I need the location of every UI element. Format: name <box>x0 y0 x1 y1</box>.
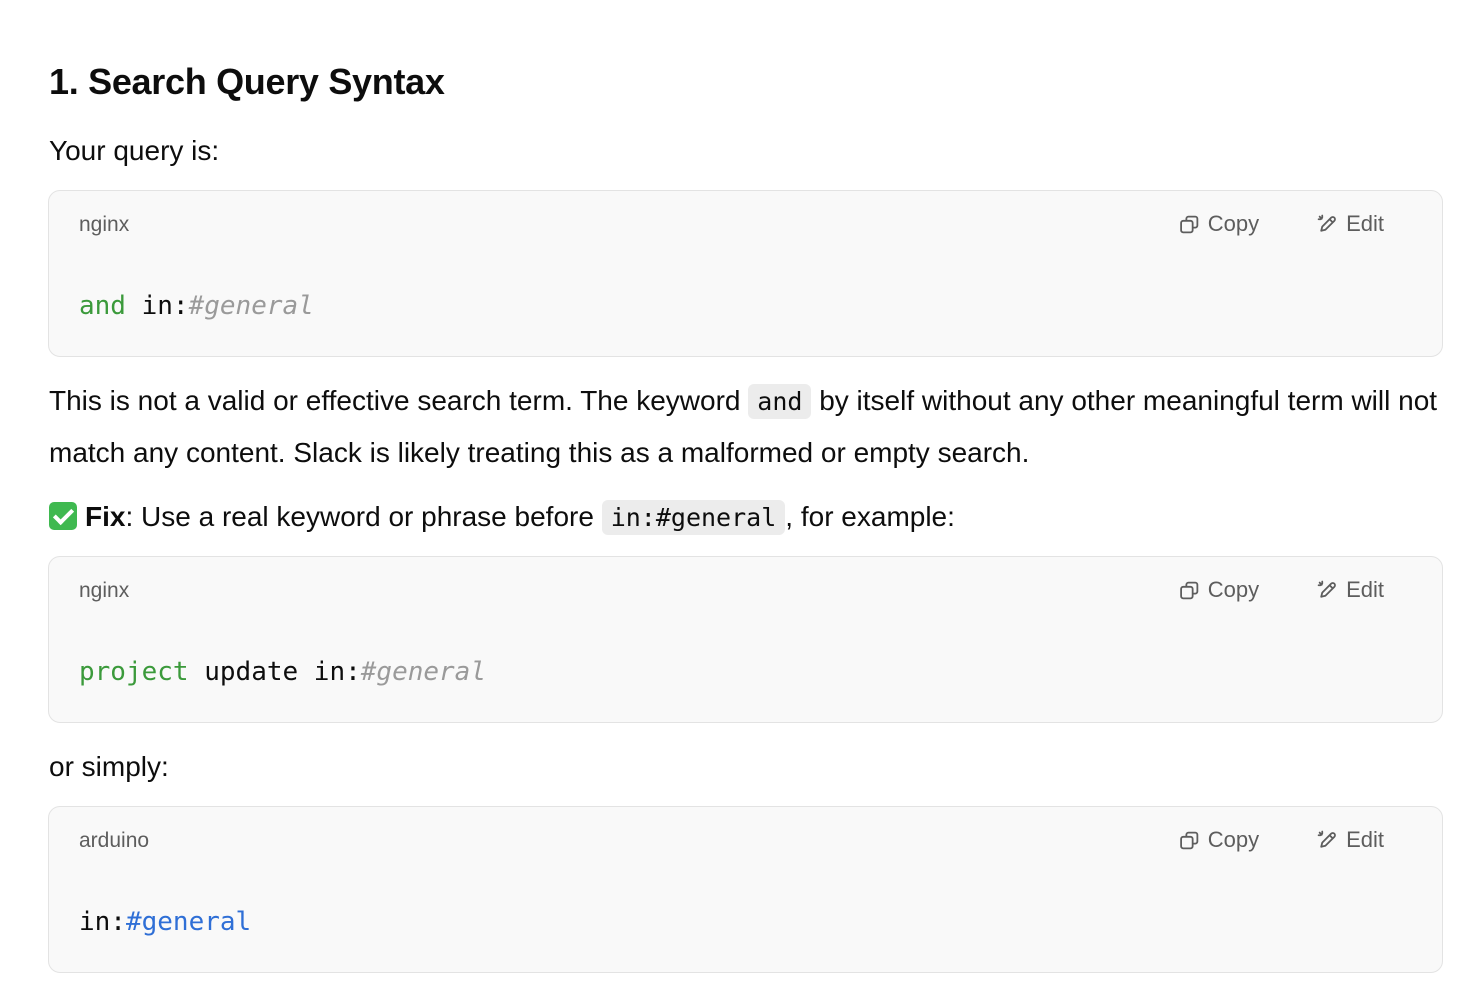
code-token-plain: in: <box>79 907 126 937</box>
code-block-2: nginx Copy Edit project update in:#gener… <box>48 556 1443 723</box>
code-token-plain: update in: <box>188 657 361 687</box>
code-actions: Copy Edit <box>1179 575 1384 605</box>
code-actions: Copy Edit <box>1179 209 1384 239</box>
code-block-3: arduino Copy Edit in:#general <box>48 806 1443 973</box>
edit-button[interactable]: Edit <box>1317 575 1384 605</box>
fix-text-2: , for example: <box>785 501 955 532</box>
intro-text: Your query is: <box>49 135 220 166</box>
edit-button[interactable]: Edit <box>1317 825 1384 855</box>
copy-icon <box>1179 215 1198 233</box>
edit-label: Edit <box>1346 211 1384 236</box>
copy-label: Copy <box>1207 827 1260 852</box>
edit-icon <box>1317 580 1336 598</box>
copy-button[interactable]: Copy <box>1179 209 1259 239</box>
code-block-1: nginx Copy Edit and in:#general <box>48 190 1443 357</box>
code-content: project update in:#general <box>79 655 486 689</box>
code-token-keyword: project <box>79 657 189 687</box>
fix-text: Fix: Use a real keyword or phrase before… <box>49 491 1449 543</box>
edit-label: Edit <box>1346 577 1384 602</box>
edit-label: Edit <box>1346 827 1384 852</box>
explanation-text: This is not a valid or effective search … <box>49 375 1449 478</box>
chat-response: 1. Search Query Syntax Your query is: ng… <box>0 0 1482 1006</box>
section-heading: 1. Search Query Syntax <box>49 61 445 102</box>
edit-icon <box>1317 830 1336 848</box>
copy-icon <box>1179 831 1198 849</box>
explanation-part-1: This is not a valid or effective search … <box>49 385 749 416</box>
code-token-plain: in: <box>125 291 189 321</box>
code-token-keyword: and <box>79 291 126 321</box>
check-mark-icon <box>49 502 77 530</box>
code-language-label: nginx <box>79 213 130 236</box>
edit-button[interactable]: Edit <box>1317 209 1384 239</box>
inline-code-and: and <box>748 384 812 419</box>
code-token-channel: #general <box>125 907 252 937</box>
copy-label: Copy <box>1207 211 1260 236</box>
code-actions: Copy Edit <box>1179 825 1384 855</box>
code-token-comment: #general <box>360 657 486 687</box>
copy-icon <box>1179 581 1198 599</box>
copy-button[interactable]: Copy <box>1179 825 1259 855</box>
copy-button[interactable]: Copy <box>1179 575 1259 605</box>
code-language-label: nginx <box>79 579 130 602</box>
code-content: and in:#general <box>79 289 314 323</box>
code-language-label: arduino <box>79 829 150 852</box>
code-content: in:#general <box>79 905 251 939</box>
copy-label: Copy <box>1207 577 1260 602</box>
or-simply-text: or simply: <box>49 751 169 782</box>
fix-label: Fix <box>85 501 126 532</box>
inline-code-in-general: in:#general <box>601 500 786 535</box>
fix-text-1: : Use a real keyword or phrase before <box>125 501 602 532</box>
edit-icon <box>1317 214 1336 232</box>
code-token-comment: #general <box>188 291 314 321</box>
